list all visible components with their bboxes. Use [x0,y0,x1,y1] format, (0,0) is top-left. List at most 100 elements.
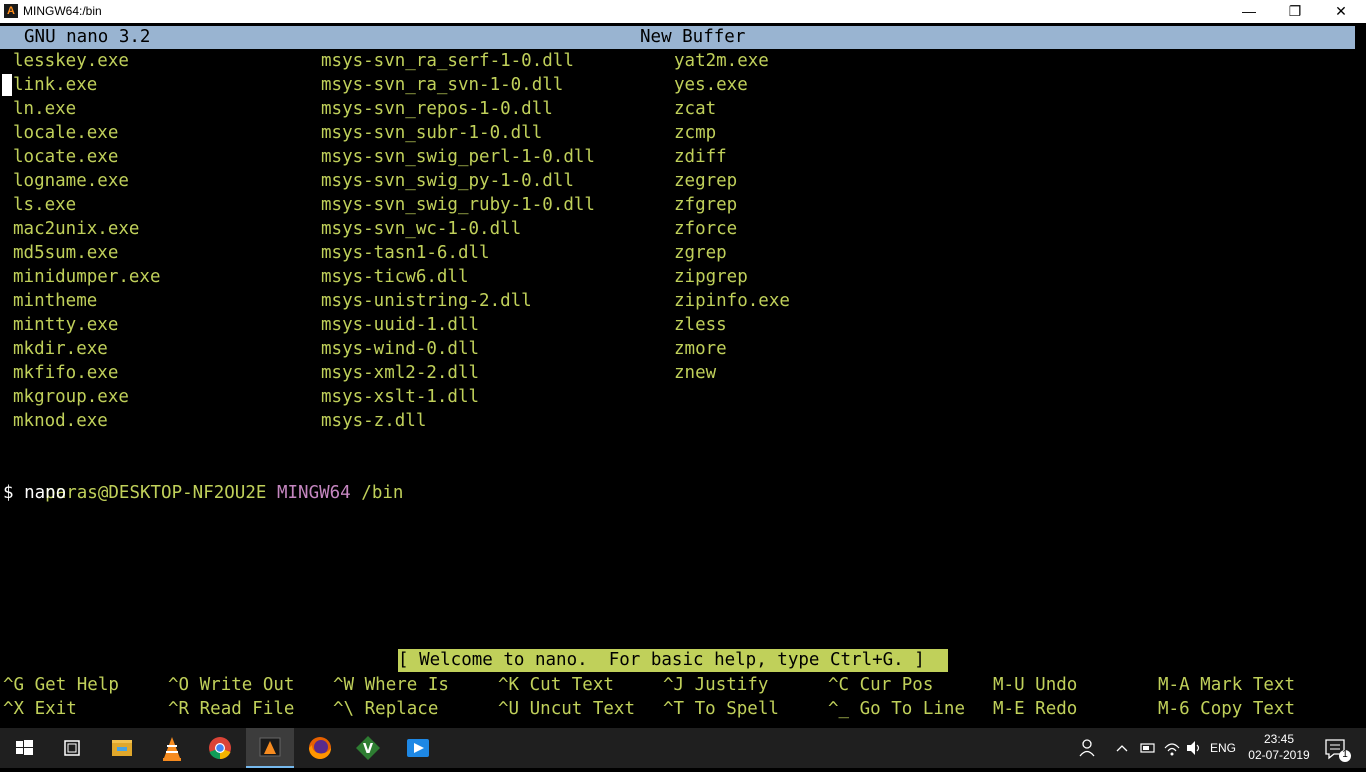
file-entry: msys-xml2-2.dll [321,363,480,383]
start-button[interactable] [0,728,48,768]
shortcut-key: ^C [828,675,850,695]
file-entry: locate.exe [13,147,119,167]
vlc-icon[interactable] [148,728,196,768]
file-entry: lesskey.exe [13,51,129,71]
firefox-icon[interactable] [296,728,344,768]
shortcut-key: M-U [993,675,1025,695]
file-entry: msys-svn_swig_perl-1-0.dll [321,147,595,167]
shortcut-item: M-E Redo [993,697,1077,721]
shortcut-key: M-E [993,699,1025,719]
shortcut-item: ^O Write Out [168,673,294,697]
shortcut-label: Where Is [364,675,449,695]
shortcut-key: ^J [663,675,685,695]
file-entry: msys-tasn1-6.dll [321,243,490,263]
clock[interactable]: 23:45 02-07-2019 [1246,728,1312,768]
file-entry: msys-wind-0.dll [321,339,480,359]
file-entry: msys-svn_wc-1-0.dll [321,219,522,239]
shortcut-key: ^\ [333,699,355,719]
file-entry: zcat [674,99,717,119]
shortcut-item: ^W Where Is [333,673,449,697]
shortcut-key: ^G [3,675,25,695]
chevron-up-icon[interactable] [1113,728,1131,768]
file-entry: msys-svn_ra_serf-1-0.dll [321,51,574,71]
shortcut-label: Replace [364,699,439,719]
shortcut-item: ^\ Replace [333,697,438,721]
file-entry: mkdir.exe [13,339,108,359]
mintty-app-icon[interactable]: A [4,4,18,18]
vim-icon[interactable]: V [344,728,392,768]
file-entry: ln.exe [13,99,77,119]
file-entry: zegrep [674,171,738,191]
file-entry: msys-z.dll [321,411,427,431]
file-entry: mintheme [13,291,98,311]
shortcut-label: Copy Text [1200,699,1295,719]
language-indicator[interactable]: ENG [1210,728,1240,768]
shortcut-label: Mark Text [1200,675,1295,695]
shortcut-key: ^U [498,699,520,719]
shortcut-label: To Spell [694,699,779,719]
file-entry: md5sum.exe [13,243,119,263]
file-entry: zipinfo.exe [674,291,790,311]
file-entry: msys-svn_swig_py-1-0.dll [321,171,574,191]
buffer-name: New Buffer [640,27,746,47]
file-entry: msys-xslt-1.dll [321,387,480,407]
shortcut-key: M-6 [1158,699,1190,719]
shortcut-label: Uncut Text [529,699,635,719]
clock-time: 23:45 [1263,732,1295,746]
shortcut-key: ^X [3,699,25,719]
shortcut-item: ^J Justify [663,673,768,697]
file-entry: zforce [674,219,738,239]
file-entry: zipgrep [674,267,748,287]
shortcut-label: Read File [199,699,295,719]
taskbar: V ENG 23:45 02-07-2019 1 [0,728,1366,768]
chrome-icon[interactable] [196,728,244,768]
maximize-button[interactable]: ❐ [1272,0,1318,23]
clock-date: 02-07-2019 [1248,748,1310,762]
app-icon[interactable] [394,728,442,768]
file-entry: zcmp [674,123,717,143]
shortcut-label: Get Help [34,675,119,695]
shortcut-item: ^G Get Help [3,673,119,697]
shortcut-label: Cut Text [529,675,614,695]
shortcut-item: M-U Undo [993,673,1077,697]
shortcut-key: M-A [1158,675,1190,695]
nano-header-bar: GNU nano 3.2 New Buffer [0,26,1355,49]
task-view-icon[interactable] [48,728,96,768]
file-entry: mknod.exe [13,411,108,431]
file-entry: yes.exe [674,75,748,95]
file-entry: zfgrep [674,195,738,215]
notification-center-icon[interactable]: 1 [1320,728,1360,768]
text-cursor [2,74,12,96]
shortcut-label: Redo [1035,699,1078,719]
minimize-button[interactable]: — [1226,0,1272,23]
shortcut-label: Undo [1035,675,1078,695]
shortcut-label: Justify [694,675,769,695]
window-titlebar: A MINGW64:/bin — ❐ ✕ [0,0,1366,23]
shortcut-item: ^T To Spell [663,697,779,721]
file-entry: msys-unistring-2.dll [321,291,532,311]
mingw-terminal-task-icon[interactable] [246,728,294,768]
wifi-icon[interactable] [1162,728,1182,768]
file-entry: mintty.exe [13,315,119,335]
file-entry: mkgroup.exe [13,387,129,407]
nano-status-message: [ Welcome to nano. For basic help, type … [398,649,948,672]
people-icon[interactable] [1076,728,1100,768]
file-entry: minidumper.exe [13,267,161,287]
prompt-user: paras@DESKTOP-NF2OU2E [45,483,267,503]
notification-count: 1 [1342,749,1348,760]
shortcut-key: ^T [663,699,685,719]
shortcut-label: Cur Pos [859,675,934,695]
file-entry: msys-svn_repos-1-0.dll [321,99,553,119]
shortcut-item: ^C Cur Pos [828,673,933,697]
nano-version: GNU nano 3.2 [24,27,151,47]
terminal-area[interactable]: GNU nano 3.2 New Buffer lesskey.exe link.… [0,23,1366,728]
file-entry: ls.exe [13,195,77,215]
shortcut-key: ^K [498,675,520,695]
volume-icon[interactable] [1184,728,1204,768]
shell-command: $ nano [3,483,67,503]
shortcut-item: ^_ Go To Line [828,697,965,721]
close-button[interactable]: ✕ [1318,0,1364,23]
battery-icon[interactable] [1138,728,1158,768]
file-explorer-icon[interactable] [98,728,146,768]
shortcut-item: ^R Read File [168,697,294,721]
